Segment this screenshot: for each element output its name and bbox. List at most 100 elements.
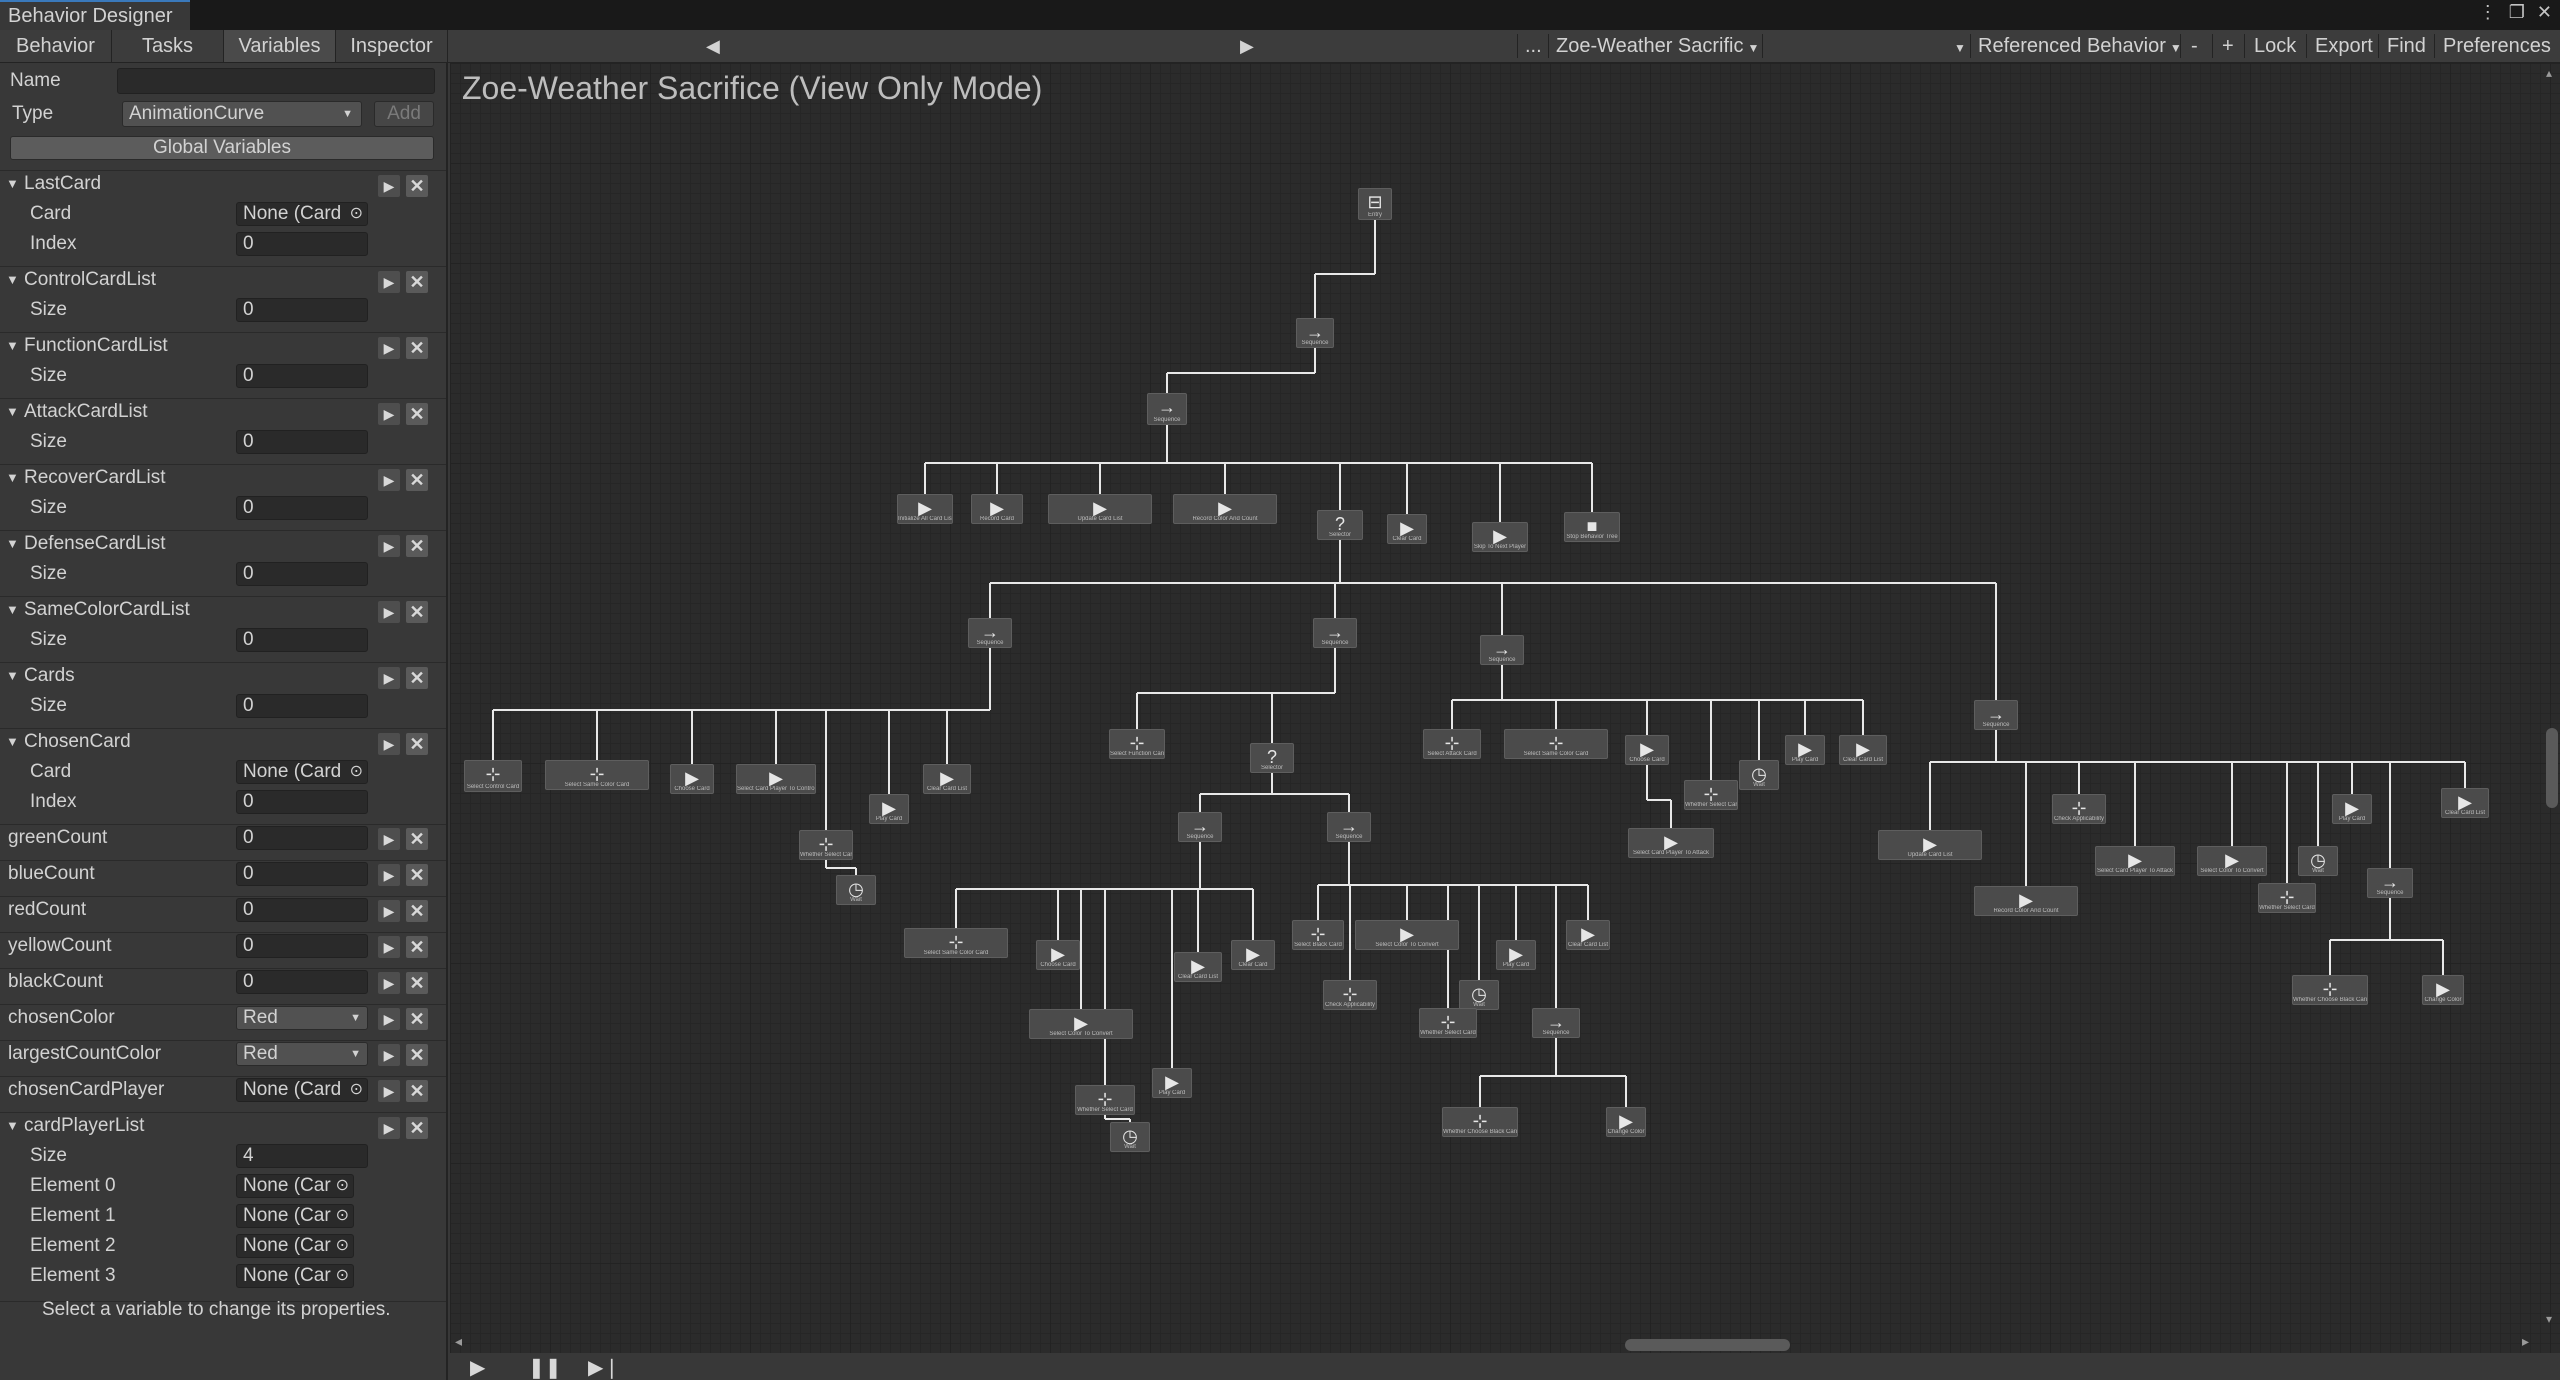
more-options-icon[interactable]: ⋮ [2479,2,2497,23]
delete-variable-icon[interactable]: ✕ [406,271,428,293]
maximize-icon[interactable]: ❐ [2509,2,2525,23]
task-node[interactable]: ? Selector [1317,510,1363,540]
foldout-arrow-icon[interactable]: ▼ [6,734,19,749]
variable-value-field[interactable]: 0 [236,862,368,886]
object-picker-icon[interactable]: ⊙ [336,1205,349,1227]
variable-value-field[interactable]: None (Car ⊙ [236,1264,354,1288]
next-arrow-icon[interactable]: ▶ [1240,30,1254,62]
vertical-scrollbar[interactable] [2546,728,2558,808]
task-node[interactable]: →Sequence [1327,812,1371,842]
task-node[interactable]: →Sequence [1178,812,1222,842]
task-node[interactable]: ▶ Select Color To Convert [1029,1009,1133,1039]
object-picker-icon[interactable]: ⊙ [336,1175,349,1197]
task-node[interactable]: ▶ Clear Card [1387,514,1427,544]
variable-value-field[interactable]: None (Car ⊙ [236,1174,354,1198]
task-node[interactable]: ■ Stop Behavior Tree [1564,512,1620,542]
task-node[interactable]: →Sequence [968,618,1012,648]
task-node[interactable]: ▶ Update Card List [1048,494,1152,524]
task-node[interactable]: ▶ Select Card Player To Control [736,764,816,794]
task-node[interactable]: ▶ Select Color To Convert [1355,920,1459,950]
task-node[interactable]: ◷ Wait [1459,980,1499,1010]
task-node[interactable]: ▶ Clear Card List [1566,920,1610,950]
task-node[interactable]: ⊹ Select Control Card [464,760,522,792]
task-node[interactable]: ▶ Record Card [971,494,1023,524]
task-node[interactable]: ▶ Record Color And Count [1974,886,2078,916]
task-node[interactable]: ⊹ Whether Select Card [1419,1008,1477,1038]
expand-arrow-icon[interactable]: ▶ [378,535,400,557]
variable-value-select[interactable]: Red ▼ [236,1006,368,1030]
foldout-arrow-icon[interactable]: ▼ [6,404,19,419]
task-node[interactable]: ⊹ Select Black Card [1292,920,1344,950]
task-node[interactable]: ▶ Play Card [1152,1068,1192,1098]
foldout-arrow-icon[interactable]: ▼ [6,536,19,551]
pause-icon[interactable]: ❚❚ [528,1355,562,1380]
behavior-select[interactable]: Zoe-Weather Sacrific ▼ [1556,30,1759,62]
variable-value-field[interactable]: None (Car ⊙ [236,1234,354,1258]
delete-variable-icon[interactable]: ✕ [406,175,428,197]
task-node[interactable]: ▶ Update Card List [1878,830,1982,860]
object-picker-icon[interactable]: ⊙ [336,1265,349,1287]
expand-arrow-icon[interactable]: ▶ [378,1008,400,1030]
ellipsis-button[interactable]: ... [1525,30,1542,62]
task-node[interactable]: ⊹ Select Same Color Card [545,760,649,790]
variable-value-field[interactable]: 0 [236,298,368,322]
task-node[interactable]: ▶ Play Card [1785,735,1825,765]
task-node[interactable]: ▶ Select Card Player To Attack [1628,828,1714,858]
variable-name-input[interactable] [117,68,435,94]
foldout-arrow-icon[interactable]: ▼ [6,602,19,617]
tab-behavior[interactable]: Behavior [0,30,112,62]
expand-arrow-icon[interactable]: ▶ [378,601,400,623]
variable-value-field[interactable]: 0 [236,898,368,922]
object-picker-icon[interactable]: ⊙ [350,1079,363,1101]
tab-inspector[interactable]: Inspector [336,30,448,62]
task-node[interactable]: →Sequence [1532,1008,1580,1038]
object-picker-icon[interactable]: ⊙ [336,1235,349,1257]
task-node[interactable]: ▶ Clear Card [1231,940,1275,970]
task-node[interactable]: →Sequence [1974,700,2018,730]
delete-variable-icon[interactable]: ✕ [406,469,428,491]
task-node[interactable]: ⊹ Check Applicability [2052,794,2106,824]
task-node[interactable]: ▶ Play Card [2332,794,2372,824]
variable-value-field[interactable]: 4 [236,1144,368,1168]
variable-value-field[interactable]: 0 [236,496,368,520]
expand-arrow-icon[interactable]: ▶ [378,271,400,293]
task-node[interactable]: ⊟ Entry [1358,188,1392,220]
task-node[interactable]: ⊹ Select Same Color Card [1504,729,1608,759]
referenced-behavior-select[interactable]: Referenced Behavior ▼ [1978,30,2182,62]
expand-arrow-icon[interactable]: ▶ [378,1080,400,1102]
task-node[interactable]: ⊹ Whether Select Card [2258,883,2316,913]
task-node[interactable]: →Sequence [1480,635,1524,665]
task-node[interactable]: ◷ Wait [1739,760,1779,790]
task-node[interactable]: ▶ Change Color [1606,1107,1646,1137]
task-node[interactable]: ⊹ Check Applicability [1323,980,1377,1010]
variable-value-field[interactable]: 0 [236,826,368,850]
task-node[interactable]: ◷ Wait [836,875,876,905]
foldout-arrow-icon[interactable]: ▼ [6,1118,19,1133]
delete-variable-icon[interactable]: ✕ [406,1117,428,1139]
tab-tasks[interactable]: Tasks [112,30,224,62]
foldout-arrow-icon[interactable]: ▼ [6,338,19,353]
variable-value-field[interactable]: None (Car ⊙ [236,1204,354,1228]
variable-value-field[interactable]: None (Card ⊙ [236,760,368,784]
task-node[interactable]: ⊹ Whether Choose Black Card [1442,1107,1518,1137]
scroll-up-arrow-icon[interactable]: ▴ [2546,66,2552,80]
expand-arrow-icon[interactable]: ▶ [378,469,400,491]
task-node[interactable]: ▶ Record Color And Count [1173,494,1277,524]
task-node[interactable]: ◷ Wait [2298,846,2338,876]
expand-arrow-icon[interactable]: ▶ [378,667,400,689]
variable-value-select[interactable]: Red ▼ [236,1042,368,1066]
delete-variable-icon[interactable]: ✕ [406,900,428,922]
add-variable-button[interactable]: Add [374,101,434,127]
variable-value-field[interactable]: 0 [236,970,368,994]
task-node[interactable]: ▶ Change Color [2422,975,2464,1005]
expand-arrow-icon[interactable]: ▶ [378,175,400,197]
expand-arrow-icon[interactable]: ▶ [378,403,400,425]
task-node[interactable]: ▶ Clear Card List [1174,952,1222,982]
expand-arrow-icon[interactable]: ▶ [378,864,400,886]
add-behavior-button[interactable]: + [2222,30,2234,62]
variable-value-field[interactable]: 0 [236,232,368,256]
expand-arrow-icon[interactable]: ▶ [378,828,400,850]
variable-value-field[interactable]: 0 [236,934,368,958]
expand-arrow-icon[interactable]: ▶ [378,1117,400,1139]
lock-button[interactable]: Lock [2254,30,2296,62]
